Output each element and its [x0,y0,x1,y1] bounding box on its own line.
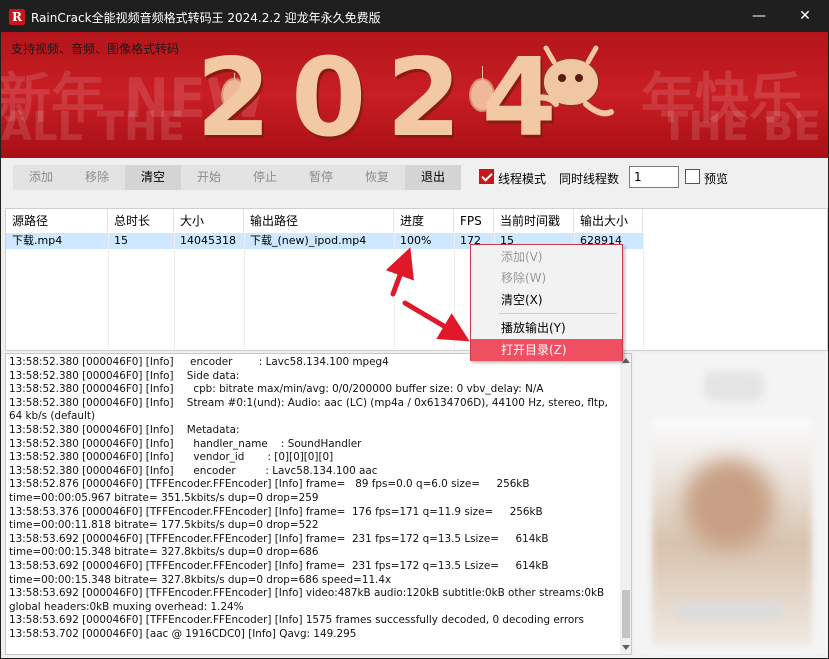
stop-button[interactable]: 停止 [237,165,293,190]
context-menu: 添加(V) 移除(W) 清空(X) 播放输出(Y) 打开目录(Z) [470,244,623,361]
menu-item-remove[interactable]: 移除(W) [471,267,622,289]
pause-button[interactable]: 暂停 [293,165,349,190]
app-logo-icon: R [9,9,25,25]
preview-blur [684,459,774,549]
thread-count-label: 同时线程数 [559,172,620,186]
remove-button[interactable]: 移除 [69,165,125,190]
log-line: 13:58:52.380 [000046F0] [Info] encoder :… [9,464,378,477]
add-button[interactable]: 添加 [13,165,69,190]
log-line: 13:58:53.376 [000046F0] [TFFEncoder.FFEn… [9,505,546,532]
menu-separator [499,313,617,314]
log-scrollbar[interactable] [620,354,631,654]
minimize-button[interactable]: — [736,1,782,32]
preview-blur [674,603,784,619]
cell-output-path: 下载_(new)_ipod.mp4 [250,234,367,247]
log-line: 13:58:52.380 [000046F0] [Info] handler_n… [9,437,362,450]
preview-blur [704,371,764,401]
promo-banner: 新年 NEW ALL THE 年快乐 THE BE 支持视频、音频、图像格式转码… [1,32,828,158]
dragon-icon [523,45,614,117]
column-divider [174,233,175,350]
log-line: 13:58:53.692 [000046F0] [TFFEncoder.FFEn… [9,614,584,627]
banner-subtitle: 支持视频、音频、图像格式转码 [11,42,180,56]
thread-mode-label: 线程模式 [498,172,547,186]
close-button[interactable]: ✕ [782,1,828,32]
menu-item-open-folder[interactable]: 打开目录(Z) [471,339,622,361]
file-table[interactable]: 源路径 总时长 大小 输出路径 进度 FPS 当前时间戳 输出大小 下载.mp4… [5,208,828,351]
title-bar[interactable]: R RainCrack全能视频音频格式转码王 2024.2.2 迎龙年永久免费版… [1,1,828,32]
column-divider [108,233,109,350]
column-divider [454,233,455,350]
banner-background-lettering: ALL THE [1,104,185,150]
column-divider [394,233,395,350]
menu-item-add[interactable]: 添加(V) [471,246,622,268]
start-button[interactable]: 开始 [181,165,237,190]
log-line: 13:58:52.876 [000046F0] [TFFEncoder.FFEn… [9,478,533,504]
log-line: 13:58:52.380 [000046F0] [Info] Stream #0… [9,396,612,423]
preview-label: 预览 [704,172,729,186]
resume-button[interactable]: 恢复 [349,165,405,190]
banner-background-lettering: THE BE [661,104,821,150]
cell-progress: 100% [400,234,432,247]
column-header-source[interactable]: 源路径 [6,209,108,233]
toolbar: 添加 移除 清空 开始 停止 暂停 恢复 退出 线程模式 同时线程数 预览 [1,158,828,206]
log-line: 13:58:52.380 [000046F0] [Info] Side data… [9,369,240,382]
column-header-output-path[interactable]: 输出路径 [244,209,394,233]
column-header-timestamp[interactable]: 当前时间戳 [494,209,574,233]
column-divider [244,233,245,350]
clear-button[interactable]: 清空 [125,165,181,190]
thread-count-input[interactable]: 1 [629,166,679,188]
log-line: 13:58:53.692 [000046F0] [TFFEncoder.FFEn… [9,532,552,559]
log-lines: 13:58:52.380 [000046F0] [Info] encoder :… [6,356,616,641]
column-header-duration[interactable]: 总时长 [108,209,174,233]
column-header-output-size[interactable]: 输出大小 [574,209,643,233]
scroll-up-icon[interactable] [622,358,630,363]
column-header-progress[interactable]: 进度 [394,209,454,233]
log-line: 13:58:52.380 [000046F0] [Info] vendor_id… [9,451,334,464]
exit-button[interactable]: 退出 [405,165,461,190]
scroll-down-icon[interactable] [622,645,630,650]
menu-item-play-output[interactable]: 播放输出(Y) [471,317,622,339]
cell-size: 14045318 [180,234,236,247]
log-panel[interactable]: 13:58:52.380 [000046F0] [Info] encoder :… [5,353,632,655]
scroll-thumb[interactable] [622,590,630,638]
cell-duration: 15 [114,234,128,247]
column-header-fps[interactable]: FPS [454,209,494,233]
app-window: R RainCrack全能视频音频格式转码王 2024.2.2 迎龙年永久免费版… [0,0,829,659]
cell-source: 下载.mp4 [12,234,63,247]
column-header-size[interactable]: 大小 [174,209,244,233]
thread-mode-checkbox[interactable] [479,169,494,184]
preview-checkbox[interactable] [685,169,700,184]
preview-panel [634,353,828,655]
log-line: 13:58:52.380 [000046F0] [Info] Metadata: [9,423,240,436]
window-title: RainCrack全能视频音频格式转码王 2024.2.2 迎龙年永久免费版 [31,11,381,25]
log-line: 13:58:53.692 [000046F0] [TFFEncoder.FFEn… [9,587,608,613]
log-line: 13:58:52.380 [000046F0] [Info] cpb: bitr… [9,383,544,396]
log-line: 13:58:53.692 [000046F0] [TFFEncoder.FFEn… [9,559,552,586]
log-line: 13:58:53.702 [000046F0] [aac @ 1916CDC0]… [9,627,357,640]
menu-item-clear[interactable]: 清空(X) [471,289,622,311]
column-divider [643,233,644,350]
